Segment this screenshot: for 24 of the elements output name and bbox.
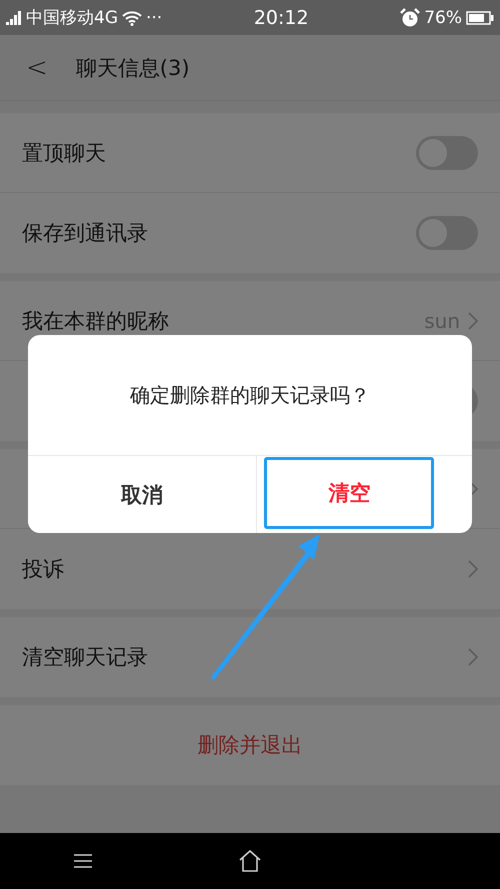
chevron-icon [468, 648, 478, 666]
battery-icon [466, 10, 494, 24]
chevron-icon [468, 560, 478, 578]
carrier-name: 中国移动4G [26, 7, 118, 29]
menu-icon[interactable] [72, 854, 93, 868]
clock-time: 20:12 [254, 6, 309, 28]
chevron-icon [468, 312, 478, 330]
signal-icon [6, 10, 22, 24]
home-icon[interactable] [238, 850, 262, 872]
row-label: 我在本群的昵称 [22, 308, 169, 334]
cancel-button[interactable]: 取消 [28, 456, 256, 533]
back-button[interactable]: < [22, 52, 52, 82]
row-label: 置顶聊天 [22, 140, 106, 166]
row-label: 保存到通讯录 [22, 220, 148, 247]
more-indicator: ··· [146, 8, 162, 28]
toggle-switch[interactable] [416, 216, 478, 250]
row-label: 清空聊天记录 [22, 644, 148, 671]
alarm-clock-icon [400, 8, 420, 28]
page-title: 聊天信息(3) [76, 54, 190, 82]
wifi-icon [122, 10, 142, 26]
row-label: 投诉 [22, 556, 64, 583]
battery-percent: 76% [424, 8, 462, 28]
clear-button[interactable]: 清空 [264, 457, 434, 529]
toggle-switch[interactable] [416, 136, 478, 170]
